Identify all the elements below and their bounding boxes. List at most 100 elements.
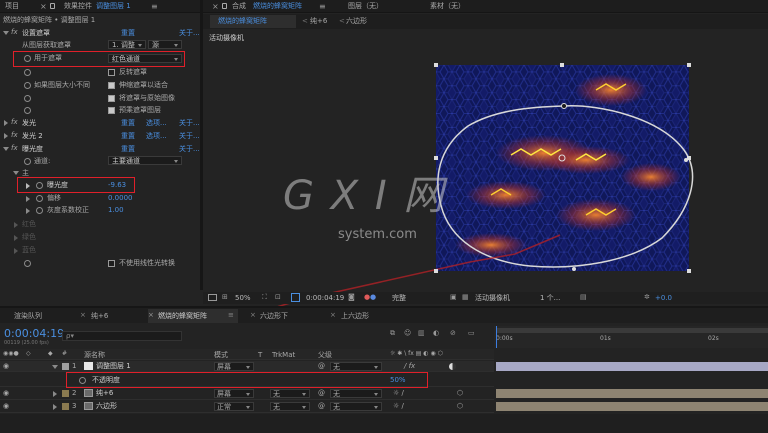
- reset-button[interactable]: 重置: [121, 30, 135, 37]
- grid-icon[interactable]: ⊞: [222, 294, 228, 301]
- snapshot-icon[interactable]: ◙: [348, 294, 355, 301]
- lock-icon[interactable]: [222, 3, 227, 9]
- trkmat-header[interactable]: TrkMat: [272, 352, 295, 359]
- close-icon[interactable]: ×: [212, 2, 219, 11]
- 3d-layer-icon[interactable]: ⬡: [457, 403, 463, 410]
- timeline-search-input[interactable]: ρ▾: [62, 331, 182, 341]
- layer-color-label[interactable]: [62, 403, 69, 410]
- chevron-right-icon[interactable]: [26, 196, 30, 202]
- parent-dropdown[interactable]: 无: [330, 402, 382, 411]
- invert-matte-checkbox[interactable]: [108, 69, 115, 76]
- chevron-right-icon[interactable]: [4, 133, 8, 139]
- layer-name[interactable]: 调整图层 1: [96, 363, 131, 370]
- fx-icon[interactable]: fx: [11, 119, 18, 126]
- eye-icon[interactable]: ◉: [3, 390, 9, 397]
- stopwatch-icon[interactable]: [79, 377, 86, 384]
- stopwatch-icon[interactable]: [24, 158, 31, 165]
- stopwatch-icon[interactable]: [36, 207, 43, 214]
- layer-color-label[interactable]: [62, 390, 69, 397]
- close-icon[interactable]: ×: [250, 311, 256, 319]
- stopwatch-icon[interactable]: [24, 82, 31, 89]
- timeline-tab[interactable]: 上六边形: [341, 313, 369, 320]
- zoom-dropdown[interactable]: 50%: [235, 295, 251, 302]
- fit-icon[interactable]: ⛶: [262, 294, 267, 301]
- reset-button[interactable]: 重置: [121, 133, 135, 140]
- menu-icon[interactable]: ≡: [228, 311, 234, 319]
- chevron-right-icon[interactable]: [53, 391, 57, 397]
- stopwatch-icon[interactable]: [24, 107, 31, 114]
- roi-icon[interactable]: ▣: [450, 294, 457, 301]
- comp-tab[interactable]: 燃烧的蜂窝矩阵: [218, 18, 267, 25]
- linear-light-checkbox[interactable]: [108, 260, 115, 267]
- comp-frame[interactable]: [436, 65, 689, 271]
- stopwatch-icon[interactable]: [24, 95, 31, 102]
- from-layer-source-dropdown[interactable]: 源: [148, 40, 182, 49]
- lock-icon[interactable]: [50, 3, 55, 9]
- chevron-right-icon[interactable]: [14, 235, 18, 241]
- renderer-icon[interactable]: ▤: [580, 294, 587, 301]
- parent-pickwhip-icon[interactable]: @: [318, 390, 325, 397]
- about-button[interactable]: 关于...: [179, 30, 200, 37]
- parent-header[interactable]: 父级: [318, 352, 332, 359]
- comp-tab[interactable]: 六边形: [346, 18, 367, 25]
- layer-color-label[interactable]: [62, 363, 69, 370]
- chevron-right-icon[interactable]: [14, 248, 18, 254]
- timeline-tab[interactable]: 六边形下: [260, 313, 288, 320]
- camera-dropdown[interactable]: 活动摄像机: [475, 295, 510, 302]
- options-button[interactable]: 选项...: [146, 133, 167, 140]
- graph-editor-icon[interactable]: ⊘: [450, 330, 456, 337]
- reset-exposure-icon[interactable]: ✲: [644, 294, 650, 301]
- exposure-value[interactable]: -9.63: [108, 182, 126, 189]
- frame-blend-icon[interactable]: ▥: [418, 330, 425, 337]
- layer-bar[interactable]: [496, 402, 768, 411]
- menu-icon[interactable]: ≡: [151, 2, 158, 11]
- timeline-tab[interactable]: 渲染队列: [14, 313, 42, 320]
- shy-icon[interactable]: ☺: [404, 330, 411, 337]
- parent-dropdown[interactable]: 无: [330, 389, 382, 398]
- timeline-empty-area[interactable]: [0, 414, 768, 433]
- channel-dropdown[interactable]: 主要通道: [108, 156, 182, 165]
- use-for-matte-dropdown[interactable]: 红色通道: [108, 54, 182, 63]
- timeline-tab[interactable]: 纯+6: [91, 313, 108, 320]
- premultiply-matte-checkbox[interactable]: [108, 107, 115, 114]
- composition-tab[interactable]: 合成: [232, 3, 246, 10]
- trkmat-dropdown[interactable]: 无: [270, 402, 310, 411]
- project-tab[interactable]: 项目: [5, 3, 19, 10]
- parent-pickwhip-icon[interactable]: @: [318, 403, 325, 410]
- fx-icon[interactable]: fx: [11, 29, 18, 36]
- transparency-grid-icon[interactable]: ▦: [462, 294, 469, 301]
- chevron-right-icon[interactable]: [14, 222, 18, 228]
- stopwatch-icon[interactable]: [24, 55, 31, 62]
- effects-controls-layer[interactable]: 调整图层 1: [96, 3, 131, 10]
- motion-blur-icon[interactable]: ◐: [433, 330, 439, 337]
- parent-dropdown[interactable]: 无: [330, 362, 382, 371]
- stopwatch-icon[interactable]: [24, 260, 31, 267]
- effects-controls-tab[interactable]: 效果控件: [64, 3, 92, 10]
- stopwatch-icon[interactable]: [24, 69, 31, 76]
- fx-switch-icon[interactable]: / fx: [404, 363, 415, 370]
- mode-header[interactable]: 模式: [214, 352, 228, 359]
- from-layer-dropdown[interactable]: 1. 调整: [108, 40, 146, 49]
- label-icon[interactable]: ◆: [48, 351, 53, 357]
- offset-value[interactable]: 0.0000: [108, 195, 133, 202]
- about-button[interactable]: 关于...: [179, 133, 200, 140]
- opacity-value[interactable]: 50%: [390, 377, 406, 384]
- chevron-right-icon[interactable]: [53, 404, 57, 410]
- stopwatch-icon[interactable]: [36, 195, 43, 202]
- lock-icon[interactable]: ◇: [26, 351, 31, 357]
- eye-icon[interactable]: ◉: [3, 403, 9, 410]
- comp-tab[interactable]: 纯+6: [310, 18, 327, 25]
- close-icon[interactable]: ×: [40, 2, 47, 11]
- composition-tab-name[interactable]: 燃烧的蜂窝矩阵: [253, 3, 302, 10]
- preview-icon[interactable]: [208, 294, 217, 301]
- about-button[interactable]: 关于...: [179, 120, 200, 127]
- quality-dropdown[interactable]: 完整: [392, 295, 406, 302]
- gamma-value[interactable]: 1.00: [108, 207, 124, 214]
- about-button[interactable]: 关于...: [179, 146, 200, 153]
- t-header[interactable]: T: [258, 352, 262, 359]
- chevron-right-icon[interactable]: [4, 120, 8, 126]
- chevron-down-icon[interactable]: [3, 31, 9, 35]
- collapse-switch-icon[interactable]: ☼ /: [393, 403, 404, 410]
- layer-mode-dropdown[interactable]: 屏幕: [214, 362, 254, 371]
- work-area-bar[interactable]: [496, 328, 768, 333]
